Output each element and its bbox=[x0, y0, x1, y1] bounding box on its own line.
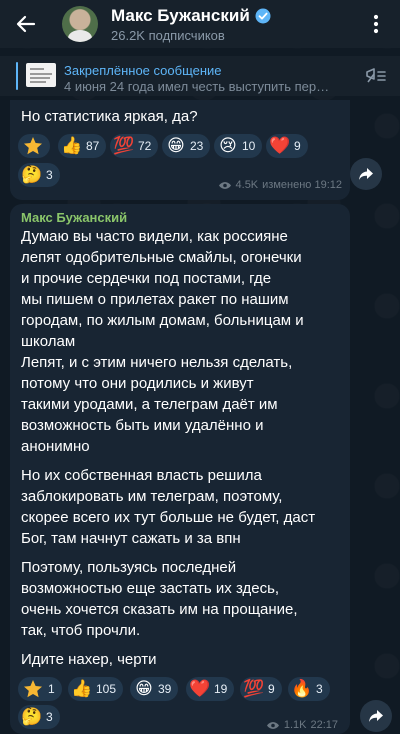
pinned-preview: 4 июня 24 года имел честь выступить пер… bbox=[64, 79, 330, 94]
heart-icon: ❤️ bbox=[189, 679, 211, 698]
message-meta: 4.5K изменено 19:12 bbox=[218, 179, 342, 191]
reaction-count: 1 bbox=[48, 682, 55, 696]
reaction-count: 10 bbox=[242, 139, 256, 153]
reaction-grin[interactable]: 😁 39 bbox=[130, 677, 179, 701]
channel-title: Макс Бужанский bbox=[111, 5, 250, 25]
reaction-cry[interactable]: 😢 10 bbox=[214, 134, 263, 158]
thumbs-up-icon: 👍 bbox=[61, 136, 83, 155]
share-arrow-icon bbox=[369, 710, 383, 722]
reaction-count: 3 bbox=[46, 710, 53, 724]
grin-icon: 😁 bbox=[135, 679, 153, 698]
reaction-count: 23 bbox=[190, 139, 204, 153]
share-button[interactable] bbox=[350, 158, 382, 190]
eye-icon bbox=[218, 181, 231, 189]
back-button[interactable] bbox=[4, 2, 48, 46]
thinking-face-icon: 🤔 bbox=[21, 707, 43, 726]
reaction-thumbs-up[interactable]: 👍 87 bbox=[58, 134, 107, 158]
reaction-count: 105 bbox=[96, 682, 117, 696]
heart-icon: ❤️ bbox=[269, 136, 291, 155]
more-menu-button[interactable] bbox=[360, 8, 392, 40]
reaction-count: 39 bbox=[158, 682, 172, 696]
message-time: 22:17 bbox=[310, 719, 338, 731]
reaction-star[interactable]: 1 bbox=[18, 677, 62, 701]
reaction-hundred[interactable]: 💯 9 bbox=[240, 677, 282, 701]
reaction-heart[interactable]: ❤️ 19 bbox=[186, 677, 235, 701]
star-icon bbox=[24, 680, 42, 698]
share-button[interactable] bbox=[360, 700, 392, 732]
pinned-title: Закреплённое сообщение bbox=[64, 63, 222, 78]
view-count: 4.5K bbox=[235, 179, 259, 191]
eye-icon bbox=[266, 721, 279, 729]
reaction-thinking[interactable]: 🤔 3 bbox=[18, 705, 60, 729]
chat-header: Макс Бужанский 26.2K подписчиков bbox=[0, 0, 400, 48]
edited-time: изменено 19:12 bbox=[262, 179, 342, 191]
reaction-grin[interactable]: 😁 23 bbox=[162, 134, 211, 158]
reaction-fire[interactable]: 🔥 3 bbox=[288, 677, 330, 701]
message-paragraph: Лепят, и с этим ничего нельзя сделать, п… bbox=[21, 354, 293, 455]
thumbs-up-icon: 👍 bbox=[71, 679, 93, 698]
reaction-count: 3 bbox=[46, 168, 53, 182]
message-bubble[interactable]: Но статистика яркая, да? 👍 87 💯 72 😁 23 … bbox=[10, 100, 350, 200]
pinned-message-bar[interactable]: Закреплённое сообщение 4 июня 24 года им… bbox=[0, 56, 400, 96]
message-text: Но статистика яркая, да? bbox=[21, 108, 198, 125]
message-paragraph: Но их собственная власть решила заблокир… bbox=[21, 467, 316, 547]
message-paragraph: Думаю вы часто видели, как россияне лепя… bbox=[21, 228, 304, 350]
channel-info[interactable]: Макс Бужанский 26.2K подписчиков bbox=[111, 6, 271, 43]
more-vertical-icon bbox=[373, 14, 379, 34]
message-author: Макс Бужанский bbox=[21, 210, 128, 225]
subscriber-count: 26.2K подписчиков bbox=[111, 27, 225, 43]
message-meta: 1.1K 22:17 bbox=[266, 719, 338, 731]
pinned-thumbnail bbox=[26, 63, 56, 87]
reaction-count: 3 bbox=[316, 682, 323, 696]
thinking-face-icon: 🤔 bbox=[21, 165, 43, 184]
pinned-indicator bbox=[16, 62, 18, 90]
reaction-heart[interactable]: ❤️ 9 bbox=[266, 134, 308, 158]
grin-icon: 😁 bbox=[167, 136, 185, 155]
reaction-count: 87 bbox=[86, 139, 100, 153]
hundred-icon: 💯 bbox=[113, 136, 135, 155]
hundred-icon: 💯 bbox=[243, 679, 265, 698]
reaction-count: 9 bbox=[294, 139, 301, 153]
reaction-count: 19 bbox=[214, 682, 228, 696]
view-count: 1.1K bbox=[283, 719, 307, 731]
message-paragraph: Идите нахер, черти bbox=[21, 651, 157, 668]
verified-badge-icon bbox=[255, 8, 271, 23]
reaction-thinking[interactable]: 🤔 3 bbox=[18, 163, 60, 187]
arrow-left-icon bbox=[16, 15, 36, 33]
star-icon bbox=[24, 137, 42, 155]
message-bubble[interactable]: Макс Бужанский Думаю вы часто видели, ка… bbox=[10, 204, 350, 734]
channel-avatar[interactable] bbox=[62, 6, 98, 42]
fire-icon: 🔥 bbox=[291, 679, 313, 698]
message-paragraph: Поэтому, пользуясь последней возможность… bbox=[21, 559, 298, 639]
reaction-count: 9 bbox=[268, 682, 275, 696]
reaction-star[interactable] bbox=[18, 134, 50, 158]
share-arrow-icon bbox=[359, 168, 373, 180]
reaction-thumbs-up[interactable]: 👍 105 bbox=[68, 677, 124, 701]
crying-face-icon: 😢 bbox=[219, 136, 237, 155]
pin-list-icon[interactable] bbox=[364, 66, 386, 86]
reaction-hundred[interactable]: 💯 72 bbox=[110, 134, 159, 158]
reaction-count: 72 bbox=[138, 139, 152, 153]
